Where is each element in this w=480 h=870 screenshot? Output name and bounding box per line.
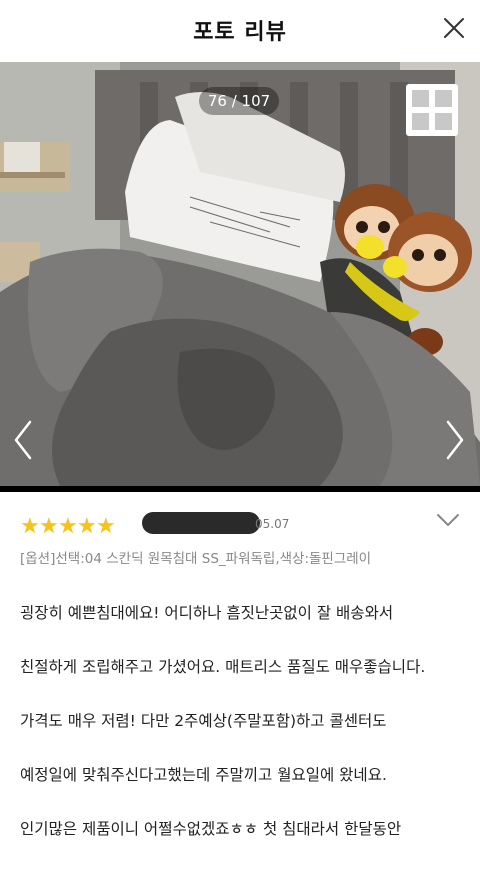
header: 포토 리뷰 [0, 0, 480, 60]
star-icon: ★ [58, 514, 78, 539]
chevron-down-icon[interactable] [436, 512, 460, 528]
close-icon[interactable] [442, 16, 466, 40]
photo-counter: 76 / 107 [199, 87, 279, 115]
page-title: 포토 리뷰 [193, 20, 287, 45]
grid-icon[interactable] [404, 82, 460, 138]
review-card: ★★★★★ 05.07 [옵션]선택:04 스칸딕 원목침대 SS_파워독립,색… [0, 492, 480, 838]
purchase-option: [옵션]선택:04 스칸딕 원목침대 SS_파워독립,색상:돌핀그레이 [20, 551, 372, 567]
star-icon: ★ [20, 514, 40, 539]
review-line: 인기많은 제품이니 어쩔수없겠죠ㅎㅎ 첫 침대라서 한달동안 [20, 820, 402, 838]
reviewer-name-redacted [142, 512, 260, 534]
star-icon: ★ [96, 514, 116, 539]
star-rating: ★★★★★ [20, 514, 116, 539]
review-line: 굉장히 예쁜침대에요! 어디하나 흠짓난곳없이 잘 배송와서 [20, 604, 394, 622]
review-text: 굉장히 예쁜침대에요! 어디하나 흠짓난곳없이 잘 배송와서 친절하게 조립해주… [20, 573, 468, 870]
review-date: 05.07 [255, 517, 290, 531]
chevron-right-icon[interactable] [444, 420, 466, 460]
review-line: 친절하게 조립해주고 가셨어요. 매트리스 품질도 매우좋습니다. [20, 658, 426, 676]
star-icon: ★ [39, 514, 59, 539]
review-line: 가격도 매우 저렴! 다만 2주예상(주말포함)하고 콜센터도 [20, 712, 387, 730]
review-line: 예정일에 맞춰주신다고했는데 주말끼고 월요일에 왔네요. [20, 766, 387, 784]
star-icon: ★ [77, 514, 97, 539]
review-photo[interactable]: 76 / 107 [0, 62, 480, 486]
chevron-left-icon[interactable] [12, 420, 34, 460]
